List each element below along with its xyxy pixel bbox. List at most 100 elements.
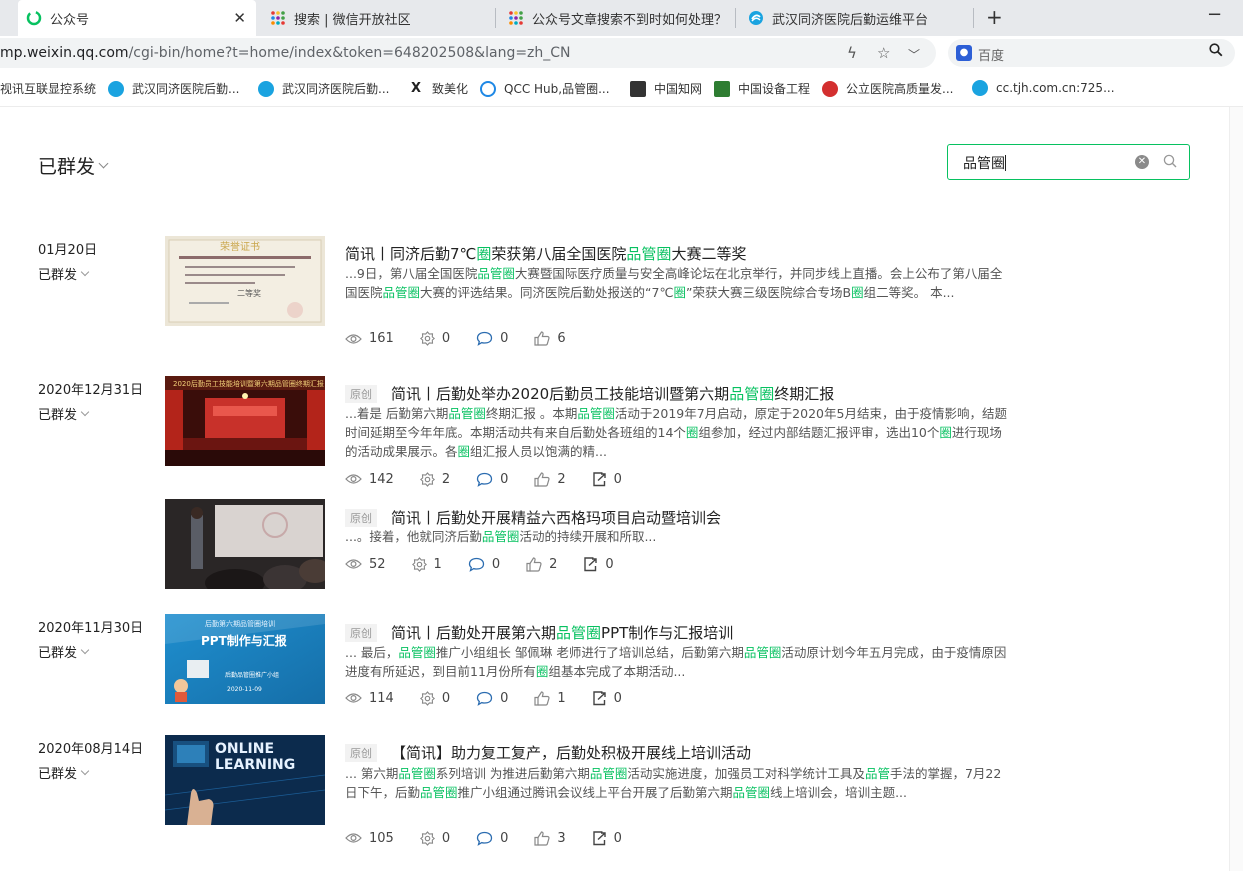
repost-count[interactable]: 0 bbox=[592, 830, 622, 846]
article-thumbnail[interactable]: 2020后勤员工技能培训暨第六期品管圈终期汇报 bbox=[165, 376, 325, 466]
chevron-down-icon[interactable]: ﹀ bbox=[908, 46, 920, 63]
thumb-caption: PPT制作与汇报 bbox=[201, 633, 287, 648]
comment-count[interactable]: 0 bbox=[476, 472, 508, 487]
hospital-logo-icon bbox=[108, 80, 124, 97]
tab-title: 搜索 | 微信开放社区 bbox=[294, 12, 411, 28]
bookmark-item[interactable]: 武汉同济医院后勤... bbox=[258, 80, 389, 97]
status-dropdown[interactable]: 已群发 bbox=[38, 763, 143, 782]
keyword-highlight: 品管圈 bbox=[481, 529, 520, 544]
bookmark-item[interactable]: 武汉同济医院后勤... bbox=[108, 80, 239, 97]
comment-icon bbox=[468, 557, 492, 572]
minimize-icon[interactable]: − bbox=[1207, 4, 1222, 25]
url-field[interactable]: mp.weixin.qq.com/cgi-bin/home?t=home/ind… bbox=[0, 38, 936, 68]
like-count[interactable]: 1 bbox=[534, 690, 566, 706]
view-count-value: 142 bbox=[369, 471, 394, 487]
bookmark-item[interactable]: QCC Hub,品管圈... bbox=[480, 80, 610, 97]
article-digest: ... 第六期品管圈系列培训 为推进后勤第六期品管圈活动实施进度，加强员工对科学… bbox=[345, 764, 1007, 802]
lightning-icon[interactable]: ϟ bbox=[847, 44, 857, 62]
share-count[interactable]: 0 bbox=[419, 331, 450, 346]
comment-count[interactable]: 0 bbox=[468, 557, 500, 572]
share-count[interactable]: 0 bbox=[419, 690, 451, 706]
like-count[interactable]: 6 bbox=[534, 331, 566, 346]
article-thumbnail[interactable]: ONLINE LEARNING bbox=[165, 735, 325, 825]
keyword-highlight: 品管圈 bbox=[398, 645, 436, 660]
article-digest: ...着是 后勤第六期品管圈终期汇报 。本期品管圈活动于2019年7月启动，原定… bbox=[345, 404, 1007, 461]
thumbs-up-icon bbox=[534, 690, 557, 706]
text-segment: 简讯丨同济后勤7℃ bbox=[345, 245, 477, 263]
keyword-highlight: 圈 bbox=[685, 425, 699, 440]
share-count[interactable]: 2 bbox=[419, 472, 450, 487]
text-segment: 线上培训会，培训主题... bbox=[770, 785, 907, 800]
repost-count[interactable]: 0 bbox=[592, 471, 622, 487]
publish-date: 2020年08月14日 bbox=[38, 742, 144, 757]
like-count[interactable]: 2 bbox=[534, 472, 566, 487]
bookmark-item[interactable]: 中国设备工程 bbox=[714, 80, 810, 97]
view-count: 52 bbox=[345, 557, 386, 572]
new-tab-button[interactable]: + bbox=[986, 5, 1003, 29]
article-title[interactable]: 原创 简讯丨后勤处开展第六期品管圈PPT制作与汇报培训 bbox=[345, 622, 733, 643]
article-thumbnail[interactable] bbox=[165, 499, 325, 589]
filter-dropdown[interactable]: 已群发 bbox=[38, 152, 109, 179]
like-count[interactable]: 2 bbox=[526, 557, 557, 572]
bookmark-item[interactable]: X 致美化 bbox=[408, 80, 468, 97]
article-title[interactable]: 原创 简讯丨后勤处开展精益六西格玛项目启动暨培训会 bbox=[345, 507, 721, 528]
star-icon[interactable]: ☆ bbox=[877, 44, 890, 62]
keyword-highlight: 圈 bbox=[476, 245, 492, 263]
text-segment: 简讯丨后勤处开展第六期 bbox=[391, 624, 557, 642]
bookmark-item[interactable]: 中国知网 bbox=[630, 80, 702, 97]
comment-count[interactable]: 0 bbox=[476, 691, 508, 706]
search-icon[interactable] bbox=[1163, 153, 1177, 168]
status-dropdown[interactable]: 已群发 bbox=[38, 264, 97, 283]
browser-search-box[interactable]: ● 百度 bbox=[948, 39, 1235, 67]
comment-count-value: 0 bbox=[500, 471, 509, 487]
status-dropdown[interactable]: 已群发 bbox=[38, 642, 143, 661]
keyword-highlight: 圈 bbox=[673, 285, 687, 300]
search-engine-label: 百度 bbox=[978, 49, 1005, 64]
article-search-input[interactable]: 品管圈 ✕ bbox=[947, 144, 1190, 180]
comment-icon bbox=[476, 691, 500, 706]
hospital-logo-icon bbox=[258, 80, 274, 97]
tab-article-search-help[interactable]: 公众号文章搜索不到时如何处理？ | 微 bbox=[500, 0, 732, 36]
article-title-text: 简讯丨后勤处开展精益六西格玛项目启动暨培训会 bbox=[391, 507, 721, 528]
repost-count[interactable]: 0 bbox=[583, 556, 614, 572]
thumbs-up-icon bbox=[526, 556, 549, 572]
bookmark-item[interactable]: cc.tjh.com.cn:725... bbox=[972, 80, 1115, 96]
grid-icon bbox=[270, 10, 286, 26]
bookmark-item[interactable]: 视讯互联显控系统 bbox=[0, 80, 96, 97]
keyword-highlight: 品管 bbox=[864, 766, 890, 781]
article-digest: ... 最后，品管圈推广小组组长 邹佩琳 老师进行了培训总结，后勤第六期品管圈活… bbox=[345, 643, 1007, 681]
keyword-highlight: 品管圈 bbox=[626, 245, 672, 263]
bookmark-item[interactable]: 公立医院高质量发... bbox=[822, 80, 953, 97]
repost-icon bbox=[592, 471, 614, 487]
view-count: 105 bbox=[345, 831, 394, 846]
tab-open-community[interactable]: 搜索 | 微信开放社区 bbox=[262, 0, 490, 36]
close-icon[interactable]: ✕ bbox=[233, 9, 246, 27]
share-count[interactable]: 0 bbox=[419, 831, 450, 846]
article-title[interactable]: 简讯丨同济后勤7℃圈荣获第八届全国医院品管圈大赛二等奖 bbox=[345, 243, 746, 264]
tab-wechat-mp[interactable]: 公众号 ✕ bbox=[18, 0, 256, 36]
search-icon[interactable] bbox=[1209, 43, 1223, 61]
article-title[interactable]: 原创 【简讯】助力复工复产，后勤处积极开展线上培训活动 bbox=[345, 742, 751, 763]
text-segment: 简讯丨后勤处举办2020后勤员工技能培训暨第六期 bbox=[391, 385, 730, 403]
article-title[interactable]: 原创 简讯丨后勤处举办2020后勤员工技能培训暨第六期品管圈终期汇报 bbox=[345, 383, 834, 404]
share-icon bbox=[419, 690, 442, 706]
text-segment: 终期汇报 bbox=[774, 385, 835, 403]
share-count[interactable]: 1 bbox=[411, 557, 442, 572]
text-segment: 活动实施进度，加强员工对科学统计工具及 bbox=[627, 766, 865, 781]
comment-count[interactable]: 0 bbox=[476, 331, 508, 346]
share-count-value: 0 bbox=[441, 690, 451, 706]
text-segment: 系列培训 为推进后勤第六期 bbox=[435, 766, 590, 781]
like-count[interactable]: 3 bbox=[534, 831, 566, 846]
eye-icon bbox=[345, 558, 369, 570]
scrollbar[interactable] bbox=[1229, 107, 1243, 871]
article-thumbnail[interactable]: 荣誉证书 二等奖 bbox=[165, 236, 325, 326]
speaker-photo bbox=[165, 499, 325, 589]
comment-count[interactable]: 0 bbox=[476, 831, 508, 846]
article-thumbnail[interactable]: 后勤第六期品管圈培训 PPT制作与汇报 后勤品管圈推广小组 2020-11-09 bbox=[165, 614, 325, 704]
status-dropdown[interactable]: 已群发 bbox=[38, 404, 143, 423]
repost-count[interactable]: 0 bbox=[592, 690, 622, 706]
text-segment: 终期汇报 。本期 bbox=[485, 406, 578, 421]
stage-photo: 2020后勤员工技能培训暨第六期品管圈终期汇报 bbox=[165, 376, 325, 466]
tab-hospital-platform[interactable]: 武汉同济医院后勤运维平台 bbox=[740, 0, 972, 36]
clear-icon[interactable]: ✕ bbox=[1135, 155, 1149, 169]
